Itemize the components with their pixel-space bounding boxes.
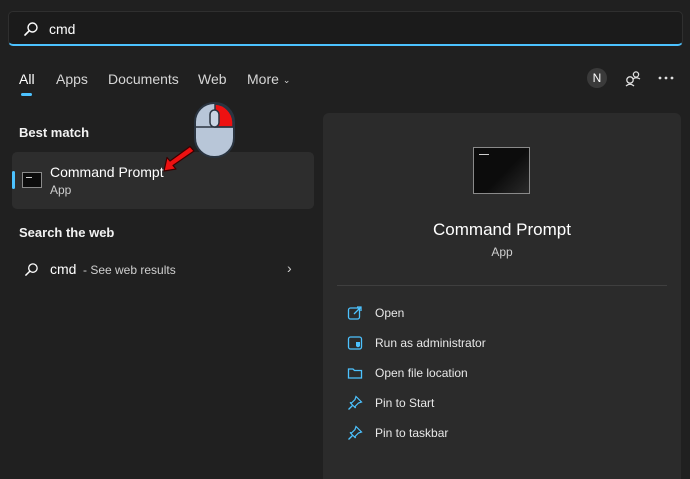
divider <box>337 285 667 286</box>
command-prompt-icon <box>22 172 42 188</box>
active-tab-indicator <box>21 93 32 96</box>
tab-apps[interactable]: Apps <box>56 71 88 87</box>
web-search-result[interactable]: cmd - See web results › <box>12 253 314 285</box>
windows-search-panel: All Apps Documents Web More⌄ N Best matc… <box>0 0 690 479</box>
red-arrow-icon <box>163 145 195 172</box>
shield-icon <box>347 336 363 350</box>
result-title: Command Prompt <box>50 164 164 180</box>
search-bar[interactable] <box>8 11 683 46</box>
tab-web[interactable]: Web <box>198 71 227 87</box>
pin-icon <box>348 425 363 440</box>
search-web-heading: Search the web <box>19 225 115 240</box>
tab-more[interactable]: More ⌄ <box>247 71 290 87</box>
open-icon <box>347 306 362 320</box>
pin-icon <box>348 395 363 410</box>
search-icon <box>24 22 38 36</box>
search-icon <box>25 263 38 276</box>
action-open[interactable]: Open <box>347 301 647 325</box>
result-subtitle: App <box>50 183 72 197</box>
mouse-click-icon <box>194 102 235 158</box>
action-label: Open file location <box>375 366 468 380</box>
search-input[interactable] <box>49 17 649 41</box>
more-icon[interactable] <box>656 68 676 88</box>
chevron-down-icon: ⌄ <box>282 75 291 85</box>
action-label: Run as administrator <box>375 336 486 350</box>
action-open-file-location[interactable]: Open file location <box>347 361 647 385</box>
tab-more-label: More <box>247 71 279 87</box>
action-label: Pin to Start <box>375 396 435 410</box>
action-label: Pin to taskbar <box>375 426 449 440</box>
chevron-right-icon: › <box>287 260 292 276</box>
tab-all[interactable]: All <box>19 71 35 87</box>
command-prompt-large-icon <box>473 147 530 194</box>
preview-panel: Command Prompt App Open Run as administr… <box>323 113 681 479</box>
folder-icon <box>347 368 363 379</box>
action-pin-to-taskbar[interactable]: Pin to taskbar <box>347 421 647 445</box>
preview-title: Command Prompt <box>433 220 571 239</box>
people-connect-icon[interactable] <box>623 68 643 88</box>
action-run-as-admin[interactable]: Run as administrator <box>347 331 647 355</box>
web-results-label: - See web results <box>83 263 176 277</box>
web-query: cmd <box>50 261 77 277</box>
tab-documents[interactable]: Documents <box>108 71 179 87</box>
selection-indicator <box>12 171 15 189</box>
avatar[interactable]: N <box>587 68 607 88</box>
preview-subtitle: App <box>491 245 513 259</box>
action-pin-to-start[interactable]: Pin to Start <box>347 391 647 415</box>
action-label: Open <box>375 306 405 320</box>
best-match-heading: Best match <box>19 125 90 140</box>
